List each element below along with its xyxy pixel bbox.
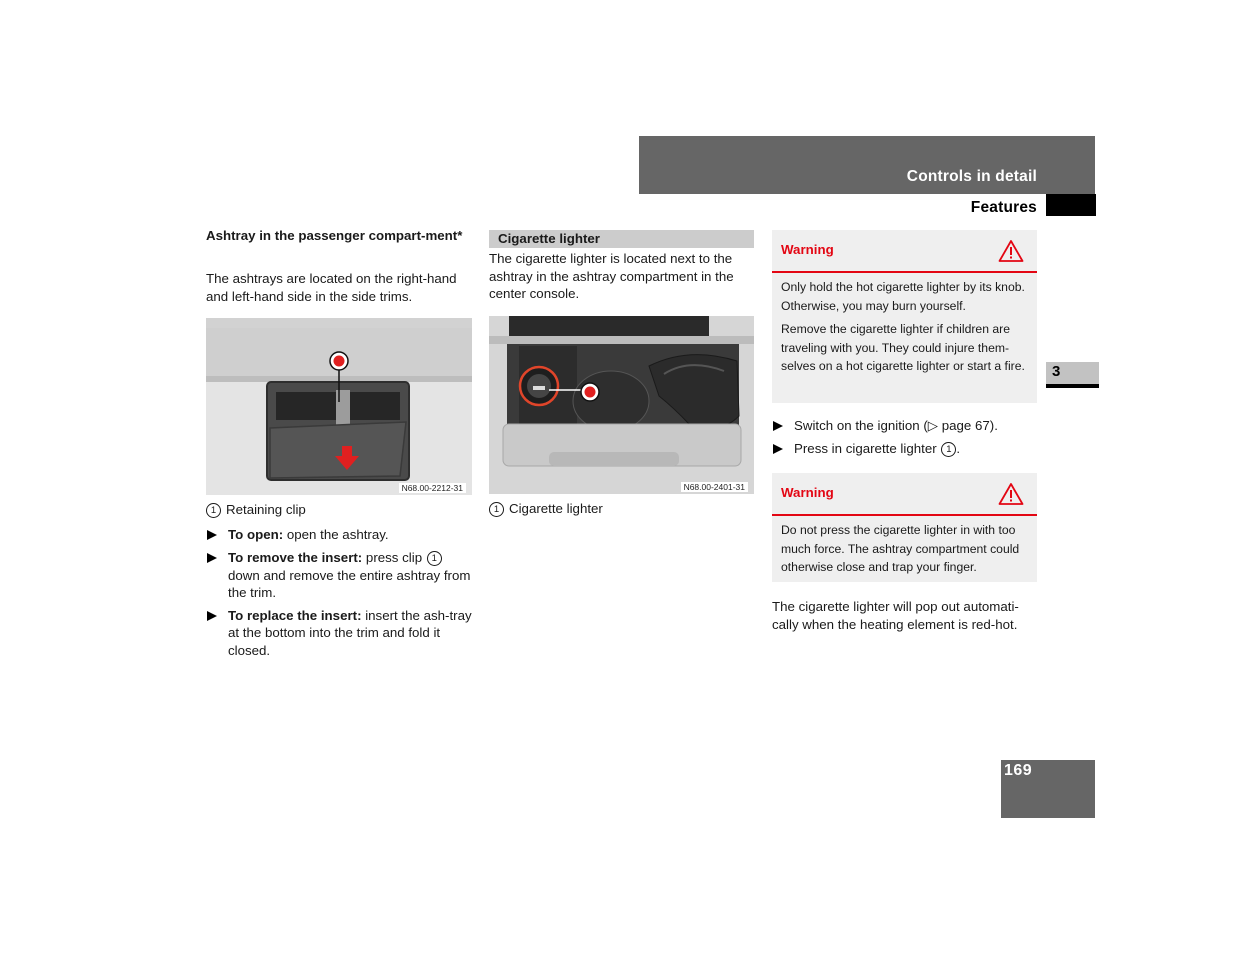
bullet-arrow-icon xyxy=(207,611,217,622)
ashtray-steps: To open: open the ashtray. To remove the… xyxy=(206,526,472,665)
step-lead: To replace the insert: xyxy=(228,608,362,624)
lighter-intro: The cigarette lighter is located next to… xyxy=(489,251,734,301)
bullet-arrow-icon xyxy=(773,421,783,431)
section-marker xyxy=(1046,194,1096,216)
warning-body: Only hold the hot cigarette lighter by i… xyxy=(772,273,1037,382)
warning-header: Warning xyxy=(772,230,1037,273)
callout-ref: 1 xyxy=(426,551,442,567)
page-ref-icon: ▷ xyxy=(927,418,939,433)
step-text-after: down and remove the entire ashtray from … xyxy=(228,567,471,600)
ashtray-figure: N68.00-2212-31 xyxy=(206,318,472,495)
bullet-arrow-icon xyxy=(773,444,783,455)
chapter-tab[interactable]: 3 xyxy=(1046,362,1099,388)
warning-body: Do not press the cigarette lighter in wi… xyxy=(772,516,1037,583)
legend-label: Cigarette lighter xyxy=(509,501,603,516)
page-ref-link[interactable]: page 67). xyxy=(938,418,998,433)
warning-triangle-icon xyxy=(998,483,1024,505)
lighter-heading: Cigarette lighter xyxy=(498,231,600,246)
ashtray-intro: The ashtrays are located on the right-ha… xyxy=(206,271,457,304)
chapter-tab-number: 3 xyxy=(1052,363,1061,380)
figure-code: N68.00-2401-31 xyxy=(680,482,748,492)
step-text-after: . xyxy=(956,441,961,457)
step-lead: To remove the insert: xyxy=(228,550,363,566)
warning-triangle-icon xyxy=(998,240,1024,262)
step-switch-ignition: Switch on the ignition (▷ page 67). xyxy=(772,417,1038,434)
callout-number: 1 xyxy=(489,502,504,517)
step-text: press clip xyxy=(362,550,426,566)
bullet-arrow-icon xyxy=(207,553,217,564)
callout-ref: 1 xyxy=(941,442,957,458)
lighter-legend: 1 Cigarette lighter xyxy=(489,500,603,517)
ashtray-legend: 1 Retaining clip xyxy=(206,501,306,518)
ashtray-heading: Ashtray in the passenger compart-ment* xyxy=(206,228,463,243)
lighter-outro: The cigarette lighter will pop out autom… xyxy=(772,599,1019,632)
chapter-title: Controls in detail xyxy=(906,168,1037,185)
step-text: Press in cigarette lighter xyxy=(794,441,941,457)
callout-number: 1 xyxy=(206,503,221,518)
step-lead: To open: xyxy=(228,527,284,542)
warning-title: Warning xyxy=(781,485,834,500)
lighter-illustration xyxy=(489,316,754,494)
ashtray-illustration xyxy=(206,318,472,495)
warning-paragraph: Do not press the cigarette lighter in wi… xyxy=(781,523,1020,575)
step-remove-insert: To remove the insert: press clip 1 down … xyxy=(206,549,472,601)
step-text: Switch on the ignition ( xyxy=(794,418,928,433)
page-number-box: 169 xyxy=(1001,760,1095,818)
step-press-lighter: Press in cigarette lighter 1. xyxy=(772,440,1038,458)
warning-header: Warning xyxy=(772,473,1037,516)
legend-label: Retaining clip xyxy=(226,502,306,517)
lighter-figure: N68.00-2401-31 xyxy=(489,316,754,494)
warning-paragraph: Only hold the hot cigarette lighter by i… xyxy=(781,280,1025,313)
step-open: To open: open the ashtray. xyxy=(206,526,472,543)
bullet-arrow-icon xyxy=(207,530,217,540)
warning-box-burn: Warning Only hold the hot cigarette ligh… xyxy=(772,230,1037,403)
step-text: open the ashtray. xyxy=(283,527,389,542)
figure-code: N68.00-2212-31 xyxy=(398,483,466,493)
warning-box-force: Warning Do not press the cigarette light… xyxy=(772,473,1037,582)
section-title: Features xyxy=(970,199,1037,216)
warning-title: Warning xyxy=(781,242,834,257)
warning-paragraph: Remove the cigarette lighter if children… xyxy=(781,322,1025,374)
step-replace-insert: To replace the insert: insert the ash-tr… xyxy=(206,607,472,659)
page-number: 169 xyxy=(1004,762,1033,779)
lighter-heading-bar: Cigarette lighter xyxy=(489,230,754,248)
lighter-steps: Switch on the ignition (▷ page 67). Pres… xyxy=(772,417,1038,464)
